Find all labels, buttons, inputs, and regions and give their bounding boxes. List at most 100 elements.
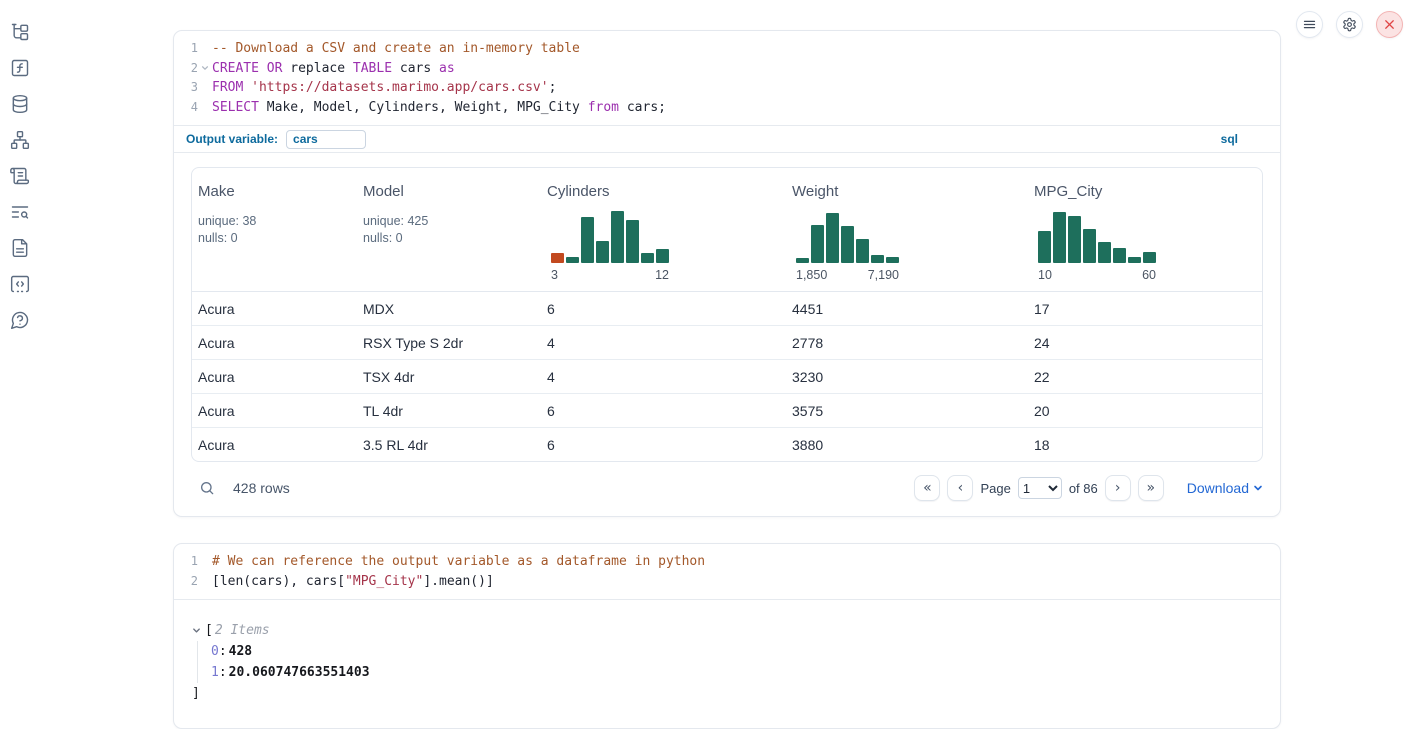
table-cell: TL 4dr <box>357 394 541 427</box>
search-icon[interactable] <box>199 480 215 496</box>
hist-min-label: 10 <box>1038 268 1052 282</box>
hist-min-label: 3 <box>551 268 558 282</box>
table-row: Acura3.5 RL 4dr6388018 <box>192 428 1262 461</box>
items-count: 2 Items <box>215 620 270 641</box>
sidebar <box>10 22 30 330</box>
settings-button[interactable] <box>1336 11 1363 38</box>
histogram-bar <box>841 226 854 263</box>
gear-icon <box>1342 17 1357 32</box>
table-row: AcuraRSX Type S 2dr4277824 <box>192 326 1262 360</box>
language-badge: sql <box>1221 132 1238 146</box>
sql-code-editor[interactable]: 1-- Download a CSV and create an in-memo… <box>174 31 1280 125</box>
download-button[interactable]: Download <box>1187 480 1263 496</box>
column-title: Weight <box>792 183 1020 200</box>
histogram-bar <box>1068 216 1081 263</box>
histogram-bar <box>611 211 624 263</box>
page-total-label: of 86 <box>1069 481 1098 496</box>
download-label: Download <box>1187 480 1249 496</box>
output-variable-row: Output variable: sql <box>174 125 1280 153</box>
column-title: Make <box>198 183 349 200</box>
page-select[interactable]: 1 <box>1018 477 1062 499</box>
histogram-bar <box>826 213 839 263</box>
python-cell: 1# We can reference the output variable … <box>173 543 1281 729</box>
histogram-bar <box>811 225 824 263</box>
column-histogram: 3 12 <box>551 211 778 282</box>
histogram-bar <box>656 249 669 263</box>
text-search-icon[interactable] <box>10 202 30 222</box>
code-line: 1# We can reference the output variable … <box>174 552 1280 572</box>
python-code-editor[interactable]: 1# We can reference the output variable … <box>174 544 1280 599</box>
table-cell: Acura <box>192 428 357 461</box>
bracket-close: ] <box>192 683 200 704</box>
column-header[interactable]: MPG_City 10 60 <box>1028 168 1262 291</box>
entry-index: 0 <box>211 641 219 662</box>
histogram-bar <box>1143 252 1156 263</box>
function-square-icon[interactable] <box>10 58 30 78</box>
line-number: 3 <box>174 78 198 98</box>
dependency-network-icon[interactable] <box>10 130 30 150</box>
bracket-open: [ <box>205 620 213 641</box>
file-text-icon[interactable] <box>10 238 30 258</box>
last-page-button[interactable]: » <box>1138 475 1164 501</box>
histogram-bar <box>641 253 654 263</box>
code-line: 3FROM 'https://datasets.marimo.app/cars.… <box>174 78 1280 98</box>
histogram-bar <box>1038 231 1051 263</box>
entry-value: 428 <box>229 641 252 662</box>
histogram-bar <box>1083 229 1096 263</box>
next-page-button[interactable]: › <box>1105 475 1131 501</box>
table-cell: 17 <box>1028 292 1262 325</box>
table-cell: 6 <box>541 428 786 461</box>
table-cell: 18 <box>1028 428 1262 461</box>
tree-entry: 0: 428 <box>211 641 1264 662</box>
prev-page-button[interactable]: ‹ <box>947 475 973 501</box>
table-cell: 3880 <box>786 428 1028 461</box>
histogram-bar <box>566 257 579 263</box>
histogram-bar <box>596 241 609 263</box>
line-number: 2 <box>174 59 198 79</box>
hist-max-label: 60 <box>1142 268 1156 282</box>
output-variable-label: Output variable: <box>186 132 278 146</box>
snippets-code-icon[interactable] <box>10 274 30 294</box>
output-variable-input[interactable] <box>286 130 366 149</box>
column-title: MPG_City <box>1034 183 1254 200</box>
database-icon[interactable] <box>10 94 30 114</box>
collapse-chevron-icon[interactable] <box>192 626 205 635</box>
tree-closer: ] <box>192 683 1264 704</box>
shutdown-button[interactable] <box>1376 11 1403 38</box>
hist-min-label: 1,850 <box>796 268 827 282</box>
code-line: 4SELECT Make, Model, Cylinders, Weight, … <box>174 98 1280 118</box>
first-page-button[interactable]: « <box>914 475 940 501</box>
menu-button[interactable] <box>1296 11 1323 38</box>
histogram-bar <box>626 220 639 263</box>
column-header[interactable]: Modelunique: 425nulls: 0 <box>357 168 541 291</box>
column-title: Cylinders <box>547 183 778 200</box>
notebook: 1-- Download a CSV and create an in-memo… <box>173 30 1281 729</box>
help-bubble-icon[interactable] <box>10 310 30 330</box>
column-title: Model <box>363 183 533 200</box>
entry-index: 1 <box>211 662 219 683</box>
code-line: 2[len(cars), cars["MPG_City"].mean()] <box>174 572 1280 592</box>
table-header-row: Makeunique: 38nulls: 0Modelunique: 425nu… <box>192 168 1262 292</box>
table-cell: 4451 <box>786 292 1028 325</box>
column-header[interactable]: Cylinders 3 12 <box>541 168 786 291</box>
table-row: AcuraMDX6445117 <box>192 292 1262 326</box>
data-table: Makeunique: 38nulls: 0Modelunique: 425nu… <box>191 167 1263 462</box>
line-number: 2 <box>174 572 198 592</box>
table-cell: Acura <box>192 360 357 393</box>
topbar <box>1296 11 1403 38</box>
tree-items: 0: 4281: 20.060747663551403 <box>197 641 1264 683</box>
table-row: AcuraTSX 4dr4323022 <box>192 360 1262 394</box>
table-row: AcuraTL 4dr6357520 <box>192 394 1262 428</box>
scroll-text-icon[interactable] <box>10 166 30 186</box>
column-header[interactable]: Weight1,8507,190 <box>786 168 1028 291</box>
column-header[interactable]: Makeunique: 38nulls: 0 <box>192 168 357 291</box>
table-cell: 2778 <box>786 326 1028 359</box>
table-cell: 20 <box>1028 394 1262 427</box>
file-tree-icon[interactable] <box>10 22 30 42</box>
fold-chevron-icon[interactable] <box>198 59 212 79</box>
table-cell: MDX <box>357 292 541 325</box>
table-cell: 22 <box>1028 360 1262 393</box>
hist-max-label: 12 <box>655 268 669 282</box>
histogram-bar <box>1053 212 1066 263</box>
table-cell: Acura <box>192 292 357 325</box>
